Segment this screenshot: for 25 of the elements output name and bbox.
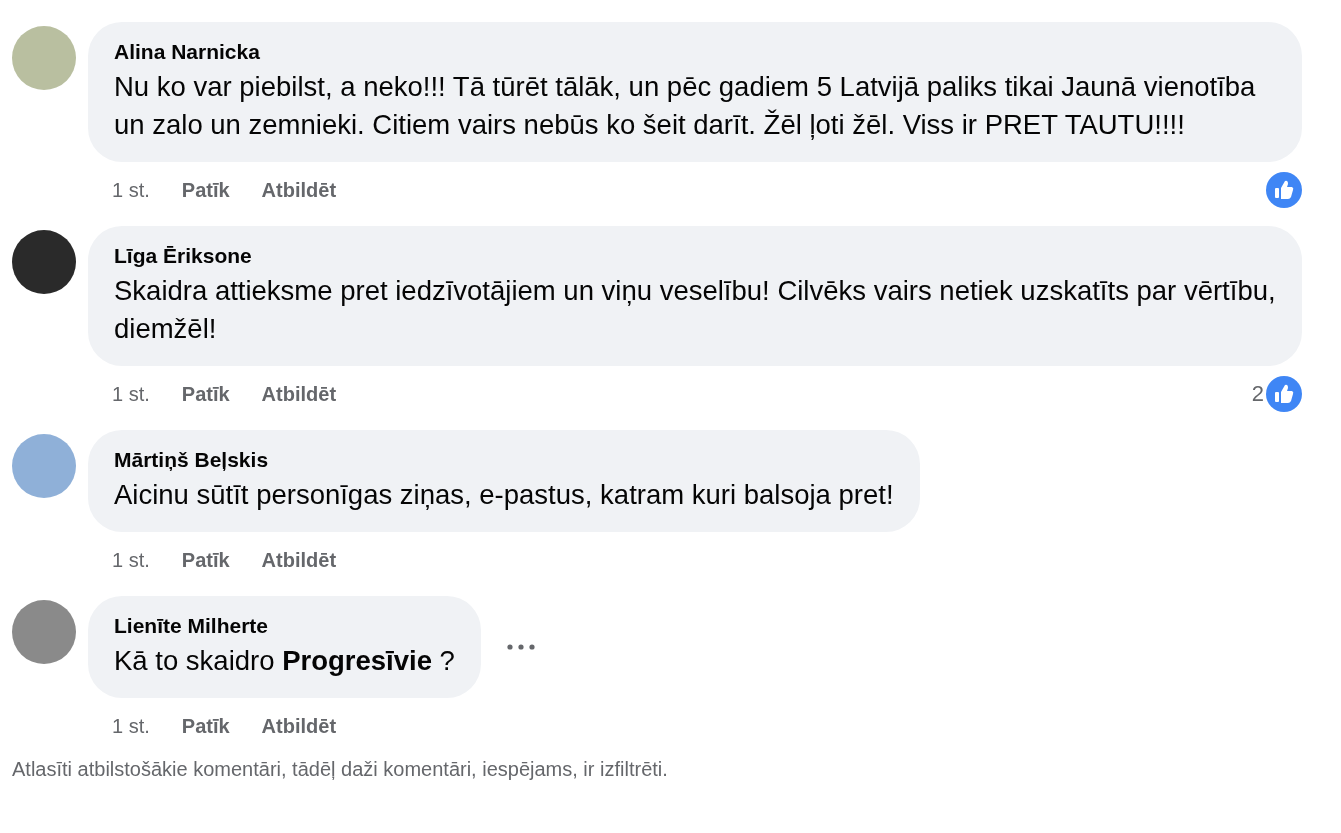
reply-link[interactable]: Atbildēt — [261, 178, 337, 202]
filter-notice: Atlasīti atbilstošākie komentāri, tādēļ daži komentāri, iespējams, ir izfiltrēti. — [12, 758, 669, 781]
like-link[interactable]: Patīk — [181, 382, 230, 406]
like-link[interactable]: Patīk — [181, 548, 230, 572]
like-link[interactable]: Patīk — [181, 714, 230, 738]
author-name[interactable]: Līga Ēriksone — [114, 244, 1276, 268]
more-options-icon[interactable] — [506, 644, 535, 650]
comment-text: Kā to skaidro Progresīvie ? — [114, 644, 455, 678]
like-link[interactable]: Patīk — [181, 178, 230, 202]
like-count[interactable]: 2 — [1251, 381, 1264, 407]
comment-text: Skaidra attieksme pret iedzīvotājiem un viņu veselību! Cilvēks vairs netiek uzskatīts par vērtību, diemžēl! — [114, 274, 1276, 346]
comment-text: Aicinu sūtīt personīgas ziņas, e-pastus, katram kuri balsoja pret! — [114, 478, 894, 512]
comment-time[interactable]: 1 st. — [112, 382, 150, 406]
author-name[interactable]: Alina Narnicka — [114, 40, 1276, 64]
thumbs-up-icon[interactable] — [1266, 376, 1302, 412]
author-name[interactable]: Lienīte Milherte — [114, 614, 455, 638]
thumbs-up-icon[interactable] — [1266, 172, 1302, 208]
reply-link[interactable]: Atbildēt — [261, 382, 337, 406]
comment-time[interactable]: 1 st. — [112, 714, 150, 738]
author-name[interactable]: Mārtiņš Beļskis — [114, 448, 894, 472]
comment-time[interactable]: 1 st. — [112, 548, 150, 572]
reply-link[interactable]: Atbildēt — [261, 714, 337, 738]
comment-text: Nu ko var piebilst, a neko!!! Tā tūrēt tālāk, un pēc gadiem 5 Latvijā paliks tikai Jaunā vienotība un zalo un zemnieki. Citiem vairs nebūs ko šeit darīt. Žēl ļoti žēl. Viss ir PRET TAUTU!!!! — [114, 70, 1257, 142]
reply-link[interactable]: Atbildēt — [261, 548, 337, 572]
comment-time[interactable]: 1 st. — [112, 178, 150, 202]
